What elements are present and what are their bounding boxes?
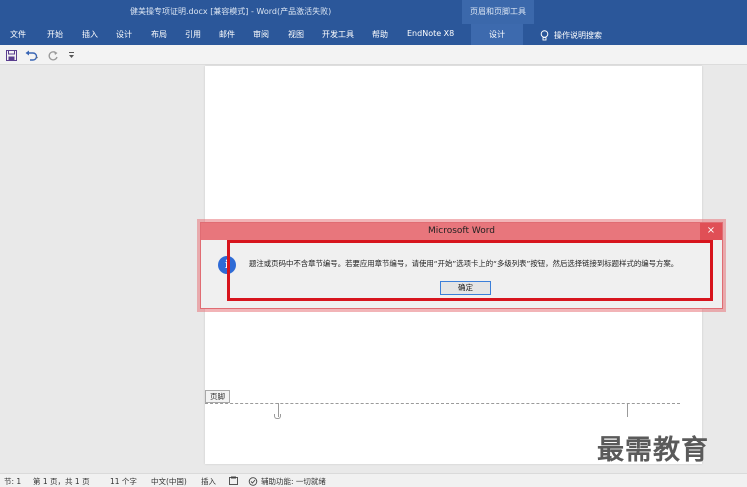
- status-section[interactable]: 节: 1: [4, 476, 21, 487]
- ribbon-tab-bar: 文件 开始 插入 设计 布局 引用 邮件 审阅 视图 开发工具 帮助 EndNo…: [0, 24, 747, 45]
- tab-mailings[interactable]: 邮件: [219, 29, 235, 40]
- redo-icon[interactable]: [48, 49, 59, 61]
- macro-record-icon[interactable]: [229, 476, 238, 487]
- watermark: 最需教育: [597, 435, 709, 466]
- close-icon[interactable]: ×: [700, 223, 722, 240]
- highlight-annotation: [227, 240, 713, 301]
- tab-references[interactable]: 引用: [185, 29, 201, 40]
- tab-insert[interactable]: 插入: [82, 29, 98, 40]
- lightbulb-icon: [540, 29, 549, 40]
- undo-icon[interactable]: [25, 49, 39, 61]
- title-bar: 健美操专项证明.docx [兼容模式] - Word(产品激活失败) 页眉和页脚…: [0, 0, 747, 24]
- tab-header-footer-design[interactable]: 设计: [471, 24, 523, 45]
- status-page[interactable]: 第 1 页，共 1 页: [33, 476, 90, 487]
- accessibility-icon: [248, 477, 258, 486]
- tab-help[interactable]: 帮助: [372, 29, 388, 40]
- tab-design[interactable]: 设计: [116, 29, 132, 40]
- margin-mark-right: [627, 403, 637, 417]
- status-words[interactable]: 11 个字: [110, 476, 137, 487]
- tell-me-label: 操作说明搜索: [554, 30, 602, 40]
- tab-home[interactable]: 开始: [47, 29, 63, 40]
- status-bar: 节: 1 第 1 页，共 1 页 11 个字 中文(中国) 插入 辅助功能: 一…: [0, 473, 747, 487]
- dialog-title: Microsoft Word: [428, 226, 495, 236]
- tab-endnote[interactable]: EndNote X8: [407, 29, 454, 38]
- tell-me-search[interactable]: 操作说明搜索: [540, 27, 602, 43]
- dialog-title-bar[interactable]: Microsoft Word ×: [201, 223, 722, 240]
- status-mode[interactable]: 插入: [201, 476, 216, 487]
- tab-developer[interactable]: 开发工具: [322, 29, 354, 40]
- tab-layout[interactable]: 布局: [151, 29, 167, 40]
- window-title: 健美操专项证明.docx [兼容模式] - Word(产品激活失败): [130, 7, 332, 16]
- tab-file[interactable]: 文件: [10, 29, 26, 40]
- contextual-tab-group: 页眉和页脚工具: [462, 0, 534, 24]
- status-accessibility[interactable]: 辅助功能: 一切就绪: [248, 476, 326, 487]
- accessibility-label: 辅助功能: 一切就绪: [261, 477, 326, 486]
- save-icon[interactable]: [6, 49, 17, 61]
- tab-view[interactable]: 视图: [288, 29, 304, 40]
- margin-mark-left: [267, 403, 281, 419]
- customize-qat-icon[interactable]: [68, 49, 75, 61]
- status-language[interactable]: 中文(中国): [151, 476, 187, 487]
- quick-access-toolbar: [0, 45, 747, 65]
- footer-label: 页脚: [205, 390, 230, 403]
- tab-review[interactable]: 审阅: [253, 29, 269, 40]
